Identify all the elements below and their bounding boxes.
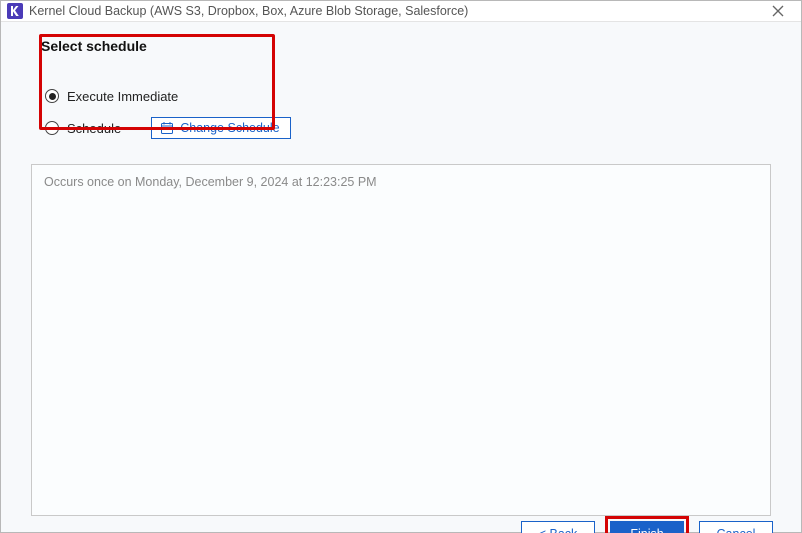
section-heading: Select schedule [41,38,771,54]
back-button[interactable]: < Back [521,521,595,533]
window-title: Kernel Cloud Backup (AWS S3, Dropbox, Bo… [29,4,761,18]
schedule-description-text: Occurs once on Monday, December 9, 2024 … [44,175,377,189]
schedule-options: Execute Immediate Schedule Change Schedu… [45,82,771,142]
option-label: Execute Immediate [67,89,178,104]
change-schedule-button[interactable]: Change Schedule [151,117,290,139]
radio-icon [45,121,59,135]
back-label: < Back [539,527,578,533]
radio-icon [45,89,59,103]
change-schedule-label: Change Schedule [180,121,279,135]
app-icon [7,3,23,19]
close-button[interactable] [761,1,795,21]
finish-button[interactable]: Finish [610,521,684,533]
calendar-icon [160,121,174,135]
titlebar: Kernel Cloud Backup (AWS S3, Dropbox, Bo… [1,1,801,22]
finish-label: Finish [630,527,663,533]
close-icon [772,5,784,17]
option-execute-immediate[interactable]: Execute Immediate [45,82,771,110]
schedule-description-box: Occurs once on Monday, December 9, 2024 … [31,164,771,516]
highlight-annotation-finish: Finish [605,516,689,533]
cancel-button[interactable]: Cancel [699,521,773,533]
cancel-label: Cancel [717,527,756,533]
option-schedule[interactable]: Schedule Change Schedule [45,114,771,142]
dialog-window: Kernel Cloud Backup (AWS S3, Dropbox, Bo… [0,0,802,533]
content-area: Select schedule Execute Immediate Schedu… [1,22,801,516]
option-label: Schedule [67,121,121,136]
footer-buttons: < Back Finish Cancel [1,516,801,533]
